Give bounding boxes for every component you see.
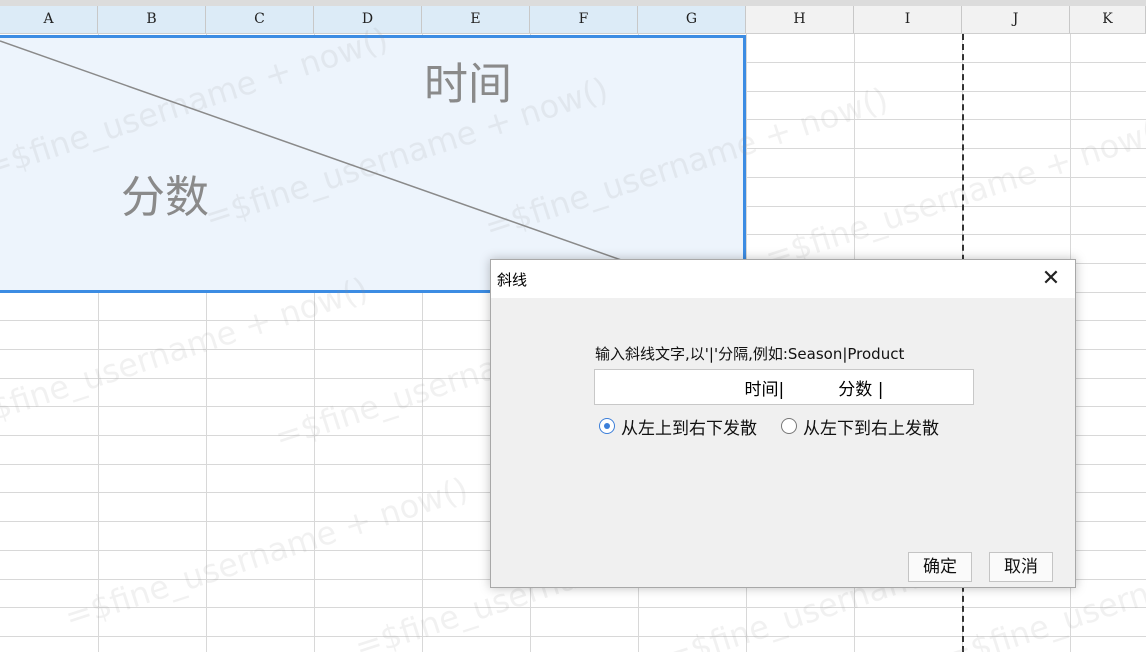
diagonal-line: [0, 40, 709, 290]
column-header-e[interactable]: E: [422, 6, 530, 33]
column-header-f[interactable]: F: [530, 6, 638, 33]
radio-unselected-icon[interactable]: [781, 418, 797, 434]
close-icon[interactable]: ✕: [1027, 260, 1075, 298]
merged-diagonal-cell[interactable]: 时间 分数: [0, 35, 746, 293]
radio-option-label: 从左上到右下发散: [621, 418, 757, 439]
radio-option-label: 从左下到右上发散: [803, 418, 939, 439]
dialog-prompt-label: 输入斜线文字,以'|'分隔,例如:Season|Product: [595, 345, 905, 363]
grid-row-line: [0, 607, 1146, 608]
column-header-d[interactable]: D: [314, 6, 422, 33]
grid-row-line: [0, 636, 1146, 637]
diagonal-top-text: 时间: [424, 59, 512, 110]
column-header-c[interactable]: C: [206, 6, 314, 33]
column-header-i[interactable]: I: [854, 6, 962, 33]
dialog-title: 斜线: [497, 271, 528, 289]
column-header-h[interactable]: H: [746, 6, 854, 33]
radio-option-top-left[interactable]: 从左上到右下发散: [599, 415, 757, 439]
column-header-a[interactable]: A: [0, 6, 98, 33]
column-header-b[interactable]: B: [98, 6, 206, 33]
radio-selected-icon[interactable]: [599, 418, 615, 434]
column-header-j[interactable]: J: [962, 6, 1070, 33]
diagonal-bottom-text: 分数: [121, 172, 209, 223]
cancel-button[interactable]: 取消: [989, 552, 1053, 582]
diagonal-line-dialog: 斜线 ✕ 输入斜线文字,以'|'分隔,例如:Season|Product 从左上…: [490, 259, 1076, 588]
ok-button[interactable]: 确定: [908, 552, 972, 582]
dialog-titlebar[interactable]: 斜线 ✕: [491, 260, 1075, 298]
radio-option-bottom-left[interactable]: 从左下到右上发散: [781, 415, 939, 439]
diagonal-text-input[interactable]: [594, 369, 974, 405]
column-header-g[interactable]: G: [638, 6, 746, 33]
column-header-k[interactable]: K: [1070, 6, 1146, 33]
column-header-row: A B C D E F G H I J K: [0, 6, 1146, 34]
